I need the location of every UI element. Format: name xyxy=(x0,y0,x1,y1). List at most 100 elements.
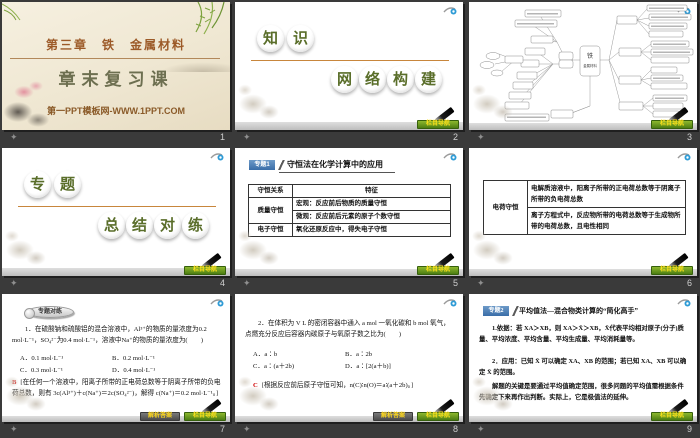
calligraphy-circle: 知 xyxy=(257,25,284,52)
slide-number: 1 xyxy=(219,132,225,142)
exercise-badge: 专题对练 xyxy=(24,306,74,319)
option-d: D．a∶[2(a＋b)] xyxy=(345,363,391,370)
slide-number: 6 xyxy=(686,278,692,288)
calligraphy-circle: 练 xyxy=(182,212,209,239)
table-cell-micro: 微观：反应前后元素的原子个数守恒 xyxy=(292,210,451,224)
question-text: 2．在体积为 V L 的密闭容器中通入 a mol 一氧化碳和 b mol 氧气… xyxy=(245,320,450,338)
nav-badge[interactable]: 栏目导航 xyxy=(417,266,459,275)
title-underline xyxy=(279,172,395,173)
calligraphy-circle: 网 xyxy=(331,66,358,93)
slide-4-thumbnail[interactable]: 专 题 总 结 对 练 栏目导航 xyxy=(2,148,230,276)
willow-branch-icon xyxy=(2,3,21,21)
watercolor-flower-watermark xyxy=(469,220,525,270)
transition-star-icon: ✦ xyxy=(477,132,485,142)
nav-badge[interactable]: 栏目导航 xyxy=(417,120,459,129)
table-cell-electrolyte: 电解质溶液中，阳离子所带的正电荷总数等于阴离子所带的负电荷总数 xyxy=(527,180,686,208)
slide-number: 7 xyxy=(219,424,225,434)
calligraphy-circle: 识 xyxy=(287,25,314,52)
slide-3-thumbnail[interactable]: 铁 金属材料 栏目导航 xyxy=(469,2,697,130)
answer-badge[interactable]: 解析答案 xyxy=(373,412,413,421)
calligraphy-circle: 建 xyxy=(415,66,442,93)
nav-badge[interactable]: 栏目导航 xyxy=(184,412,226,421)
watercolor-flower-watermark xyxy=(469,74,525,124)
calligraphy-circle: 题 xyxy=(54,171,81,198)
watercolor-flower-watermark xyxy=(235,220,291,270)
slide-5-thumbnail[interactable]: 专题1 守恒法在化学计算中的应用 守恒关系 特征 质量守恒 宏观：反应前后物质的… xyxy=(235,148,463,276)
paragraph-basis: 1.依据：若 XA＞XB，则 XA＞X̄＞XB，X̄代表平均相对原子(分子)质量… xyxy=(479,325,684,343)
slide-6-thumbnail[interactable]: 电荷守恒 电解质溶液中，阳离子所带的正电荷总数等于阴离子所带的负电荷总数 离子方… xyxy=(469,148,697,276)
nav-badge[interactable]: 栏目导航 xyxy=(651,120,693,129)
swirl-logo-icon xyxy=(210,153,224,161)
transition-star-icon: ✦ xyxy=(10,132,18,142)
transition-star-icon: ✦ xyxy=(10,278,18,288)
nav-badge[interactable]: 栏目导航 xyxy=(417,412,459,421)
watercolor-flower-watermark xyxy=(235,366,291,416)
swirl-logo-icon xyxy=(677,153,691,161)
watercolor-flower-watermark xyxy=(235,74,291,124)
watercolor-flower-watermark xyxy=(2,366,58,416)
option-b: B．a∶2b xyxy=(345,351,373,358)
calligraphy-circle: 对 xyxy=(154,212,181,239)
slide-number: 8 xyxy=(452,424,458,434)
nav-badge[interactable]: 栏目导航 xyxy=(651,266,693,275)
calligraphy-circle: 构 xyxy=(387,66,414,93)
transition-star-icon: ✦ xyxy=(243,278,251,288)
option-b: B．0.2 mol·L⁻¹ xyxy=(112,355,155,362)
slide-7-thumbnail[interactable]: 专题对练 1．在硫酸钠和硫酸铝的混合溶液中，Al³⁺的物质的量浓度为0.2 mo… xyxy=(2,294,230,422)
transition-star-icon: ✦ xyxy=(243,424,251,434)
slide-sorter-view: 第三章 铁 金属材料 章末复习课 第一PPT模板网-WWW.1PPT.COM ✦… xyxy=(0,0,700,438)
slide-number: 4 xyxy=(219,278,225,288)
slide-1-thumbnail[interactable]: 第三章 铁 金属材料 章末复习课 第一PPT模板网-WWW.1PPT.COM xyxy=(2,2,230,130)
nav-badge[interactable]: 栏目导航 xyxy=(651,412,693,421)
topic-badge: 专题2 xyxy=(483,306,509,316)
mindmap-center-bottom-label: 金属材料 xyxy=(583,63,597,68)
sorter-strip: ✦ 7 xyxy=(2,423,230,436)
willow-branch-icon xyxy=(195,2,225,35)
slide-number: 5 xyxy=(452,278,458,288)
option-d: D．0.4 mol·L⁻¹ xyxy=(112,367,156,374)
answer-badge[interactable]: 解析答案 xyxy=(140,412,180,421)
table-header-feature: 特征 xyxy=(292,184,451,198)
sorter-strip: ✦ 2 xyxy=(235,131,463,144)
swirl-logo-icon xyxy=(443,7,457,15)
topic-title: 平均值法—混合物类计算的“简化高手” xyxy=(519,307,638,315)
table-cell-ionic-equation: 离子方程式中，反应物所带的电荷总数等于生成物所带的电荷总数，且电性相同 xyxy=(527,207,686,235)
chapter-title: 第三章 铁 金属材料 xyxy=(45,38,186,52)
sorter-strip: ✦ 4 xyxy=(2,277,230,290)
slide-cell-2: 知 识 网 络 构 建 栏目导航 ✦ 2 xyxy=(233,0,466,146)
slide-number: 3 xyxy=(686,132,692,142)
sorter-strip: ✦ 8 xyxy=(235,423,463,436)
sorter-strip: ✦ 1 xyxy=(2,131,230,144)
transition-star-icon: ✦ xyxy=(243,132,251,142)
transition-star-icon: ✦ xyxy=(477,424,485,434)
slide-cell-4: 专 题 总 结 对 练 栏目导航 ✦ 4 xyxy=(0,146,233,292)
slide-8-thumbnail[interactable]: 2．在体积为 V L 的密闭容器中通入 a mol 一氧化碳和 b mol 氧气… xyxy=(235,294,463,422)
nav-badge[interactable]: 栏目导航 xyxy=(184,266,226,275)
mindmap-center-top-label: 铁 xyxy=(587,52,593,60)
calligraphy-circle: 总 xyxy=(98,212,125,239)
sorter-strip: ✦ 6 xyxy=(469,277,697,290)
calligraphy-circle: 结 xyxy=(126,212,153,239)
title-divider xyxy=(10,58,220,59)
slide-cell-6: 电荷守恒 电解质溶液中，阳离子所带的正电荷总数等于阴离子所带的负电荷总数 离子方… xyxy=(467,146,700,292)
slide-cell-3: 铁 金属材料 栏目导航 ✦ 3 xyxy=(467,0,700,146)
table-cell-electron-text: 氧化还原反应中，得失电子守恒 xyxy=(292,223,451,237)
slide-cell-7: 专题对练 1．在硫酸钠和硫酸铝的混合溶液中，Al³⁺的物质的量浓度为0.2 mo… xyxy=(0,292,233,438)
sorter-strip: ✦ 9 xyxy=(469,423,697,436)
watercolor-flower-watermark xyxy=(2,220,58,270)
slide-number: 2 xyxy=(452,132,458,142)
sorter-strip: ✦ 5 xyxy=(235,277,463,290)
slide-cell-9: 专题2 平均值法—混合物类计算的“简化高手” 1.依据：若 XA＞XB，则 XA… xyxy=(467,292,700,438)
calligraphy-circle: 络 xyxy=(359,66,386,93)
swirl-logo-icon xyxy=(443,299,457,307)
watercolor-flower-watermark xyxy=(469,366,525,416)
table-cell-macro: 宏观：反应前后物质的质量守恒 xyxy=(292,197,451,211)
topic-title: 守恒法在化学计算中的应用 xyxy=(287,160,383,169)
swirl-logo-icon xyxy=(210,299,224,307)
badge-slash-decoration xyxy=(276,160,286,170)
table-header-relation: 守恒关系 xyxy=(248,184,293,198)
transition-star-icon: ✦ xyxy=(10,424,18,434)
slide-2-thumbnail[interactable]: 知 识 网 络 构 建 栏目导航 xyxy=(235,2,463,130)
slide-9-thumbnail[interactable]: 专题2 平均值法—混合物类计算的“简化高手” 1.依据：若 XA＞XB，则 XA… xyxy=(469,294,697,422)
divider-line xyxy=(18,206,216,207)
